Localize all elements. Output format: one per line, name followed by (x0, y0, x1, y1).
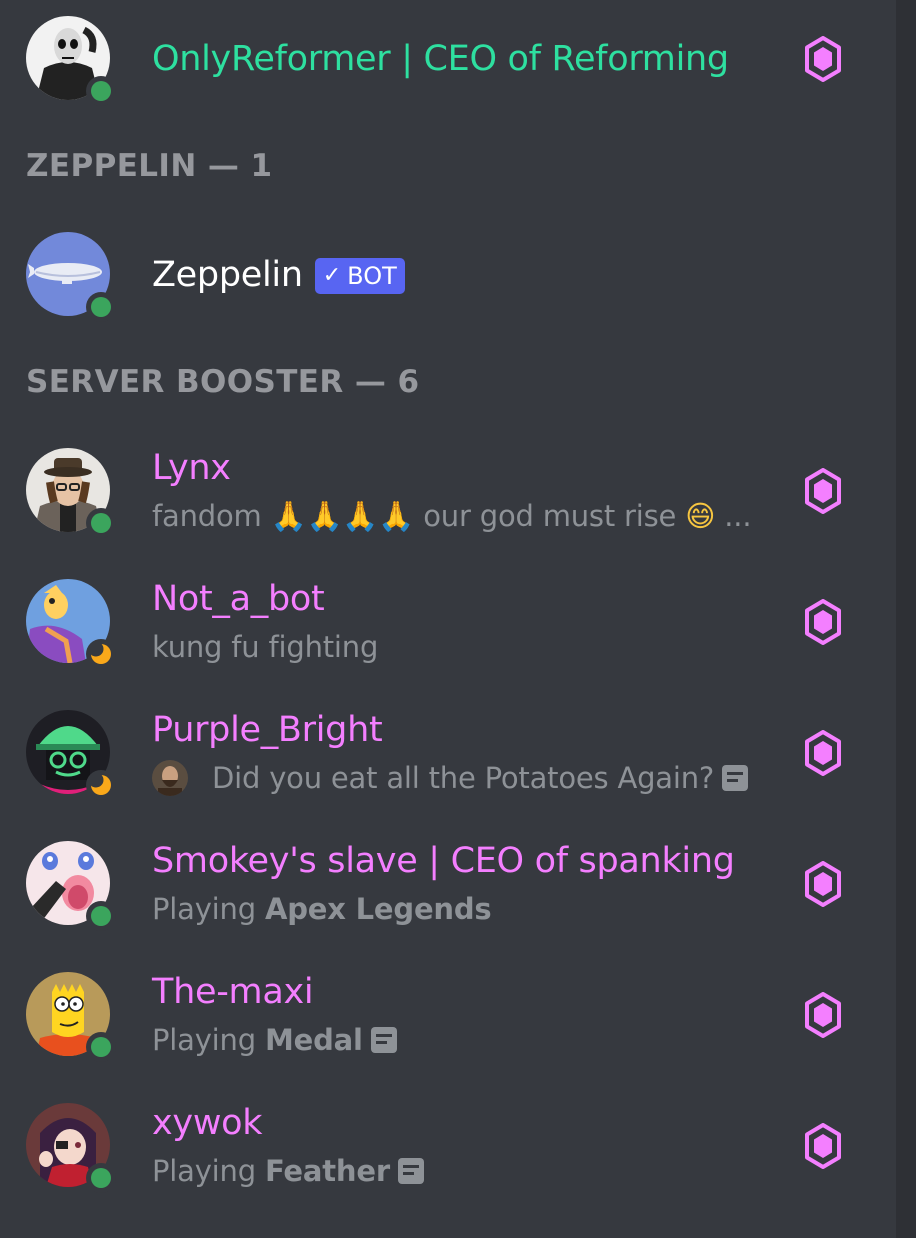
online-status-icon (91, 1037, 111, 1057)
member-name[interactable]: The-maxi (152, 972, 314, 1012)
activity-game: Medal (264, 1023, 363, 1057)
role-section-header: ZEPPELIN — 1 (26, 148, 273, 184)
member-activity: Playing Feather (152, 1153, 424, 1189)
member-row[interactable]: The-maxi Playing Medal (0, 960, 896, 1070)
member-avatar-wrap[interactable] (26, 972, 116, 1062)
activity-prefix: Playing (152, 1154, 256, 1188)
member-row[interactable]: Purple_Bright Did you eat all the Potato… (0, 698, 896, 808)
member-name[interactable]: xywok (152, 1103, 263, 1143)
member-row[interactable]: OnlyReformer | CEO of Reforming (0, 4, 896, 114)
rich-presence-doc-icon[interactable] (370, 1027, 397, 1053)
rich-presence-doc-icon[interactable] (722, 765, 749, 791)
status-indicator (86, 770, 116, 800)
member-avatar-wrap[interactable] (26, 448, 116, 538)
member-avatar-wrap[interactable] (26, 1103, 116, 1193)
member-avatar-wrap[interactable] (26, 16, 116, 106)
status-indicator (86, 76, 116, 106)
role-section-header: SERVER BOOSTER — 6 (26, 364, 420, 400)
member-name[interactable]: Lynx (152, 448, 231, 488)
status-indicator (86, 508, 116, 538)
server-boost-icon (804, 992, 842, 1038)
server-boost-icon (804, 36, 842, 82)
status-indicator (86, 1163, 116, 1193)
member-name[interactable]: Purple_Bright (152, 710, 383, 750)
bot-tag-label: BOT (347, 262, 397, 290)
status-indicator (86, 292, 116, 322)
activity-text: our god must rise (423, 499, 677, 533)
member-name[interactable]: OnlyReformer | CEO of Reforming (152, 39, 729, 79)
online-status-icon (91, 513, 111, 533)
idle-status-icon (91, 644, 111, 664)
online-status-icon (91, 906, 111, 926)
member-name[interactable]: Smokey's slave | CEO of spanking (152, 841, 735, 881)
status-indicator (86, 901, 116, 931)
activity-ellipsis: ... (724, 499, 752, 533)
member-name[interactable]: Zeppelin (152, 255, 303, 295)
grinning-face-emoji-icon: 😄 (685, 499, 716, 533)
idle-status-icon (91, 775, 111, 795)
activity-text: fandom (152, 499, 262, 533)
member-row[interactable]: Smokey's slave | CEO of spanking Playing… (0, 829, 896, 939)
member-activity: fandom 🙏🙏🙏🙏 our god must rise 😄 ... (152, 498, 752, 534)
praying-hands-emoji-icon: 🙏🙏🙏🙏 (270, 499, 415, 533)
bot-tag: ✓ BOT (314, 258, 405, 294)
member-avatar-wrap[interactable] (26, 232, 116, 322)
online-status-icon (91, 297, 111, 317)
member-avatar-wrap[interactable] (26, 710, 116, 800)
activity-prefix: Playing (152, 1023, 256, 1057)
member-row[interactable]: Zeppelin ✓ BOT (0, 220, 896, 330)
member-row[interactable]: Lynx fandom 🙏🙏🙏🙏 our god must rise 😄 ... (0, 436, 896, 546)
member-activity: Playing Medal (152, 1022, 397, 1058)
member-activity: Playing Apex Legends (152, 891, 492, 927)
rich-presence-doc-icon[interactable] (397, 1158, 424, 1184)
verified-check-icon: ✓ (322, 263, 342, 288)
scrollbar-track[interactable] (896, 0, 916, 1238)
online-status-icon (91, 81, 111, 101)
member-name-wrap[interactable]: Zeppelin ✓ BOT (152, 255, 405, 295)
member-row[interactable]: Not_a_bot kung fu fighting (0, 567, 896, 677)
status-indicator (86, 639, 116, 669)
server-boost-icon (804, 861, 842, 907)
status-indicator (86, 1032, 116, 1062)
member-activity: kung fu fighting (152, 630, 379, 664)
activity-text: Did you eat all the Potatoes Again? (212, 761, 715, 795)
server-boost-icon (804, 730, 842, 776)
activity-prefix: Playing (152, 892, 256, 926)
online-status-icon (91, 1168, 111, 1188)
member-list-panel: OnlyReformer | CEO of Reforming ZEPPELIN… (0, 0, 896, 1238)
activity-game: Apex Legends (264, 892, 492, 926)
server-boost-icon (804, 1123, 842, 1169)
custom-status-avatar-icon (152, 760, 188, 796)
member-name[interactable]: Not_a_bot (152, 579, 325, 619)
member-activity: Did you eat all the Potatoes Again? (152, 760, 749, 796)
member-avatar-wrap[interactable] (26, 841, 116, 931)
server-boost-icon (804, 599, 842, 645)
server-boost-icon (804, 468, 842, 514)
activity-game: Feather (264, 1154, 390, 1188)
member-avatar-wrap[interactable] (26, 579, 116, 669)
member-row[interactable]: xywok Playing Feather (0, 1091, 896, 1201)
